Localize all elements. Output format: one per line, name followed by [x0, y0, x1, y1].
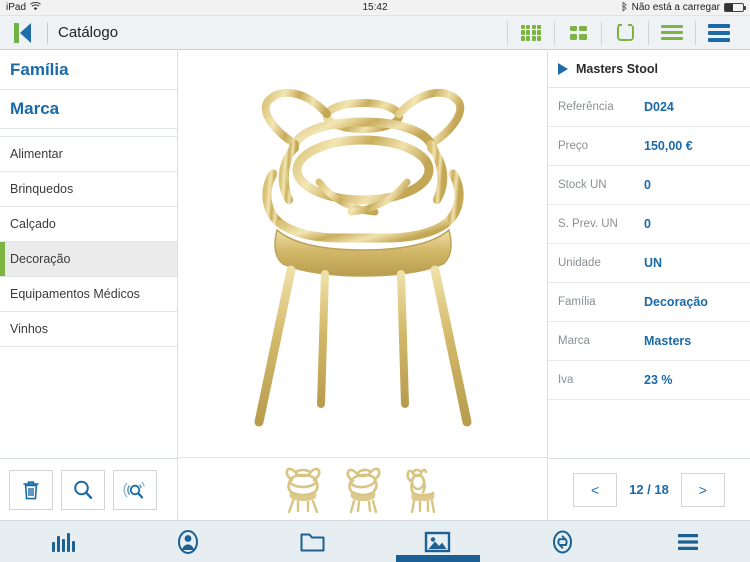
detail-label: S. Prev. UN [558, 218, 618, 230]
next-page-button[interactable]: > [680, 472, 725, 507]
masters-chair-illustration [254, 88, 471, 427]
detail-value: UN [644, 256, 663, 270]
detail-value: 150,00 € [644, 139, 693, 153]
detail-label: Referência [558, 101, 614, 113]
tab-bar [0, 520, 750, 562]
trash-icon [23, 480, 39, 499]
menu-lines-green-icon[interactable] [649, 16, 695, 50]
menu-lines-blue-icon[interactable] [696, 16, 742, 50]
search-button[interactable] [61, 469, 105, 510]
nav-separator [47, 21, 48, 44]
tab-menu[interactable] [625, 521, 750, 562]
advanced-search-button[interactable] [113, 469, 157, 510]
triangle-right-icon [558, 63, 568, 75]
detail-label: Stock UN [558, 179, 607, 191]
detail-row-iva: Iva 23 % [548, 361, 750, 400]
grid-dense-icon[interactable] [508, 16, 554, 50]
hamburger-icon [677, 533, 698, 550]
battery-icon [724, 3, 746, 12]
status-bar: iPad 15:42 Não está a carregar [0, 0, 750, 16]
detail-row-unidade: Unidade UN [548, 244, 750, 283]
detail-value: 23 % [644, 373, 673, 387]
thumbnail-strip [178, 458, 547, 520]
previous-page-button[interactable]: < [573, 472, 618, 507]
tab-sync[interactable] [500, 521, 625, 562]
magnifier-signal-icon [123, 481, 145, 498]
person-icon [177, 529, 198, 554]
detail-label: Iva [558, 374, 574, 386]
detail-value: Masters [644, 334, 692, 348]
detail-label: Unidade [558, 257, 601, 269]
tab-contacts[interactable] [125, 521, 250, 562]
tab-catalog[interactable] [375, 521, 500, 562]
detail-value: 0 [644, 178, 651, 192]
detail-row-preco: Preço 150,00 € [548, 127, 750, 166]
sidebar-item-calcado[interactable]: Calçado [0, 207, 177, 242]
sidebar-item-equipamentos-medicos[interactable]: Equipamentos Médicos [0, 277, 177, 312]
detail-value: 0 [644, 217, 651, 231]
pagination: < 12 / 18 > [548, 458, 750, 520]
detail-value: D024 [644, 100, 674, 114]
sync-icon [553, 530, 572, 553]
status-right: Não está a carregar [621, 1, 746, 15]
detail-panel: Masters Stool Referência D024 Preço 150,… [548, 51, 750, 520]
app-screen: iPad 15:42 Não está a carregar Catálogo [0, 0, 750, 562]
sidebar: Família Marca Alimentar Brinquedos Calça… [0, 51, 178, 520]
detail-row-familia: Família Decoração [548, 283, 750, 322]
sidebar-header-marca[interactable]: Marca [0, 90, 177, 129]
detail-value: Decoração [644, 295, 708, 309]
page-counter: 12 / 18 [629, 482, 669, 497]
detail-label: Família [558, 296, 596, 308]
tab-statistics[interactable] [0, 521, 125, 562]
detail-row-stock-previsto: S. Prev. UN 0 [548, 205, 750, 244]
back-bar [14, 22, 19, 43]
battery-status-label: Não está a carregar [631, 2, 720, 13]
detail-label: Preço [558, 140, 589, 152]
detail-row-referencia: Referência D024 [548, 88, 750, 127]
thumbnail-side[interactable] [400, 463, 446, 515]
sidebar-action-bar [0, 458, 177, 520]
back-triangle [20, 22, 31, 43]
sidebar-item-alimentar[interactable]: Alimentar [0, 137, 177, 172]
nav-icon-group [507, 16, 742, 50]
detail-title-row[interactable]: Masters Stool [548, 51, 750, 88]
thumbnail-front[interactable] [280, 463, 326, 515]
product-image-panel [178, 51, 548, 520]
product-image[interactable] [178, 51, 547, 458]
navigation-bar: Catálogo [0, 16, 750, 50]
product-name: Masters Stool [576, 62, 658, 76]
bar-chart-icon [51, 532, 75, 552]
delete-button[interactable] [9, 469, 53, 510]
image-icon [424, 531, 451, 552]
thumbnail-angle[interactable] [340, 463, 386, 515]
back-to-start-icon[interactable] [8, 22, 37, 43]
detail-row-marca: Marca Masters [548, 322, 750, 361]
magnifier-icon [74, 480, 93, 499]
grid-four-icon[interactable] [555, 16, 601, 50]
folder-icon [300, 533, 325, 551]
rounded-square-icon[interactable] [602, 16, 648, 50]
sidebar-item-brinquedos[interactable]: Brinquedos [0, 172, 177, 207]
sidebar-item-vinhos[interactable]: Vinhos [0, 312, 177, 347]
content-area: Família Marca Alimentar Brinquedos Calça… [0, 51, 750, 520]
bluetooth-icon [621, 1, 628, 15]
detail-row-stock-un: Stock UN 0 [548, 166, 750, 205]
tab-documents[interactable] [250, 521, 375, 562]
detail-label: Marca [558, 335, 590, 347]
sidebar-spacer [0, 129, 177, 137]
sidebar-header-familia[interactable]: Família [0, 51, 177, 90]
sidebar-item-decoracao[interactable]: Decoração [0, 242, 177, 277]
page-title: Catálogo [58, 24, 119, 41]
